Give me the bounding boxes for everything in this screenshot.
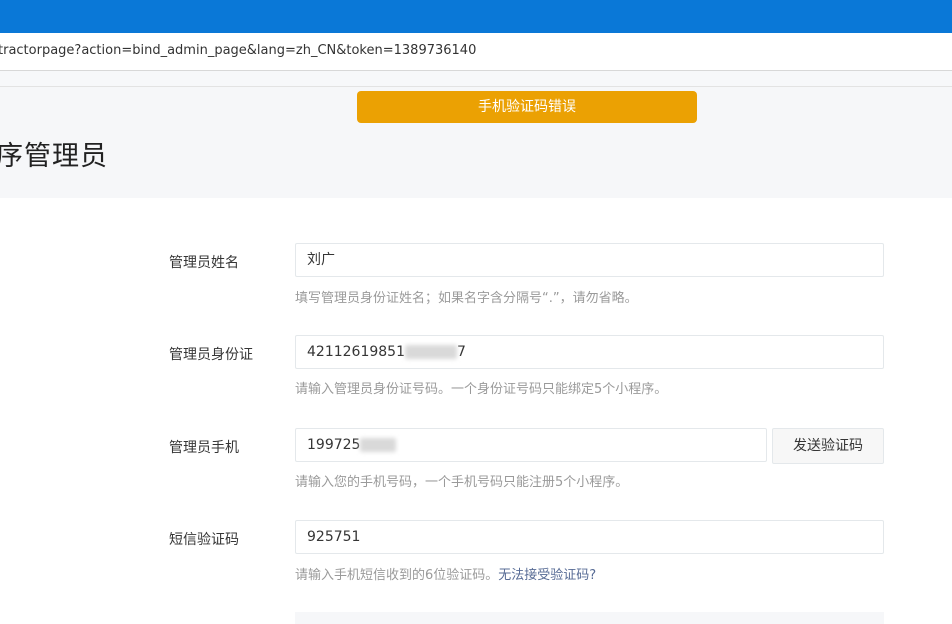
sms-code-hint-row: 请输入手机短信收到的6位验证码。无法接受验证码?: [295, 564, 596, 583]
next-field-box: [295, 612, 884, 624]
sms-code-input[interactable]: 925751: [295, 520, 884, 554]
admin-id-label: 管理员身份证: [169, 347, 253, 363]
redacted-blur: [360, 438, 397, 452]
admin-name-hint: 填写管理员身份证姓名；如果名字含分隔号“.”，请勿省略。: [295, 291, 638, 306]
admin-name-input[interactable]: 刘广: [295, 243, 884, 277]
sms-code-label: 短信验证码: [169, 532, 239, 548]
admin-id-value-suffix: 7: [456, 344, 466, 360]
error-toast: 手机验证码错误: [357, 91, 697, 123]
admin-id-value-prefix: 42112619851: [307, 344, 405, 360]
admin-id-input[interactable]: 42112619851 7: [295, 335, 884, 369]
url-text[interactable]: tractorpage?action=bind_admin_page&lang=…: [0, 43, 476, 58]
admin-phone-hint: 请输入您的手机号码，一个手机号码只能注册5个小程序。: [295, 475, 629, 490]
redacted-blur: [404, 345, 457, 359]
cannot-receive-code-link[interactable]: 无法接受验证码?: [498, 568, 596, 583]
browser-title-bar: [0, 0, 952, 33]
sms-code-hint: 请输入手机短信收到的6位验证码。: [295, 568, 499, 583]
send-code-button[interactable]: 发送验证码: [772, 428, 884, 464]
admin-phone-label: 管理员手机: [169, 440, 239, 456]
admin-name-label: 管理员姓名: [169, 255, 239, 271]
address-bar[interactable]: tractorpage?action=bind_admin_page&lang=…: [0, 33, 952, 71]
admin-id-hint: 请输入管理员身份证号码。一个身份证号码只能绑定5个小程序。: [295, 382, 668, 397]
admin-phone-value-prefix: 199725: [307, 437, 361, 453]
page-title: 序管理员: [0, 141, 108, 172]
page-top-strip: [0, 71, 952, 87]
admin-phone-input[interactable]: 199725: [295, 428, 767, 462]
